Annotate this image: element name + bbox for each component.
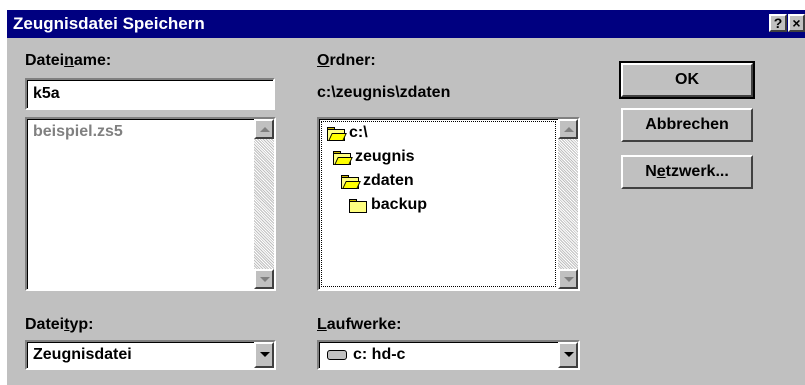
filename-label-part: ame: [73, 52, 112, 69]
filetype-select[interactable]: Zeugnisdatei [25, 340, 276, 370]
folder-label: Ordner: [317, 52, 376, 70]
current-folder-path: c:\zeugnis\zdaten [317, 84, 451, 101]
folder-icon [349, 199, 367, 213]
scroll-up-button[interactable] [558, 119, 578, 139]
tree-item-backup[interactable]: backup [371, 196, 427, 214]
filetype-dropdown-button[interactable] [254, 342, 274, 368]
arrow-up-icon [564, 127, 574, 132]
drives-select-value: c: hd-c [353, 346, 406, 363]
tree-item-root[interactable]: c:\ [349, 124, 368, 142]
folder-label-accel: O [317, 52, 330, 69]
arrow-down-icon [564, 277, 574, 282]
filetype-label-part: Datei [25, 316, 65, 333]
dialog-title: Zeugnisdatei Speichern [13, 14, 205, 33]
network-label-part: tzwerk... [665, 163, 729, 180]
scroll-down-button[interactable] [558, 269, 578, 289]
open-folder-icon [333, 151, 353, 165]
filetype-select-value: Zeugnisdatei [33, 346, 132, 363]
tree-item-zeugnis[interactable]: zeugnis [355, 148, 415, 166]
network-label-part: N [645, 163, 657, 180]
cancel-button[interactable]: Abbrechen [621, 108, 753, 142]
drives-label-accel: L [317, 316, 327, 333]
folder-tree[interactable]: c:\ zeugnis zdaten backup [317, 117, 580, 291]
arrow-down-icon [260, 277, 270, 282]
chevron-down-icon [564, 352, 574, 357]
arrow-up-icon [260, 127, 270, 132]
file-list-scrollbar[interactable] [254, 119, 274, 289]
tree-item-zdaten[interactable]: zdaten [363, 172, 414, 190]
drives-select[interactable]: c: hd-c [317, 340, 580, 370]
ok-button[interactable]: OK [619, 61, 755, 99]
scroll-up-button[interactable] [254, 119, 274, 139]
drives-label-part: aufwerke: [326, 316, 402, 333]
folder-label-part: rdner: [329, 52, 376, 69]
filename-label-part: Datei [25, 52, 65, 69]
open-folder-icon [341, 175, 361, 189]
scroll-down-button[interactable] [254, 269, 274, 289]
network-label-accel: e [656, 163, 666, 180]
filetype-label: Dateityp: [25, 316, 93, 334]
drives-label: Laufwerke: [317, 316, 401, 334]
network-button[interactable]: Netzwerk... [621, 155, 753, 189]
file-list[interactable]: beispiel.zs5 [25, 117, 276, 291]
save-dialog: Zeugnisdatei Speichern ? × Dateiname: k5… [7, 10, 805, 385]
file-list-item[interactable]: beispiel.zs5 [33, 123, 123, 141]
open-folder-icon [327, 127, 347, 141]
title-bar: Zeugnisdatei Speichern ? × [7, 10, 805, 38]
filename-label-accel: n [64, 52, 74, 69]
help-button[interactable]: ? [769, 14, 787, 32]
close-button[interactable]: × [788, 14, 805, 32]
hard-drive-icon [327, 350, 347, 360]
folder-tree-scrollbar[interactable] [558, 119, 578, 289]
chevron-down-icon [260, 352, 270, 357]
filename-input[interactable]: k5a [25, 78, 275, 110]
filetype-label-part: yp: [69, 316, 94, 333]
filename-input-value: k5a [33, 85, 60, 102]
drives-dropdown-button[interactable] [558, 342, 578, 368]
filename-label: Dateiname: [25, 52, 111, 70]
